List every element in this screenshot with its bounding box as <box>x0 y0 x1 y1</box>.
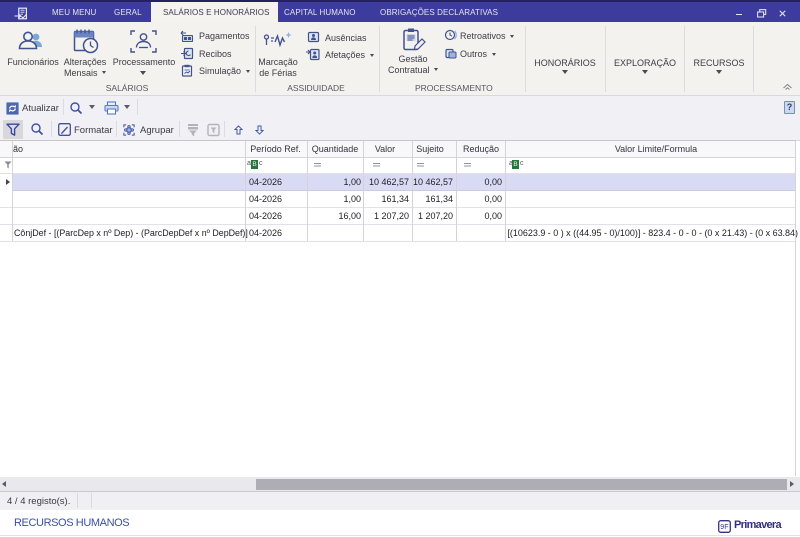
svg-text:9F: 9F <box>720 524 728 531</box>
